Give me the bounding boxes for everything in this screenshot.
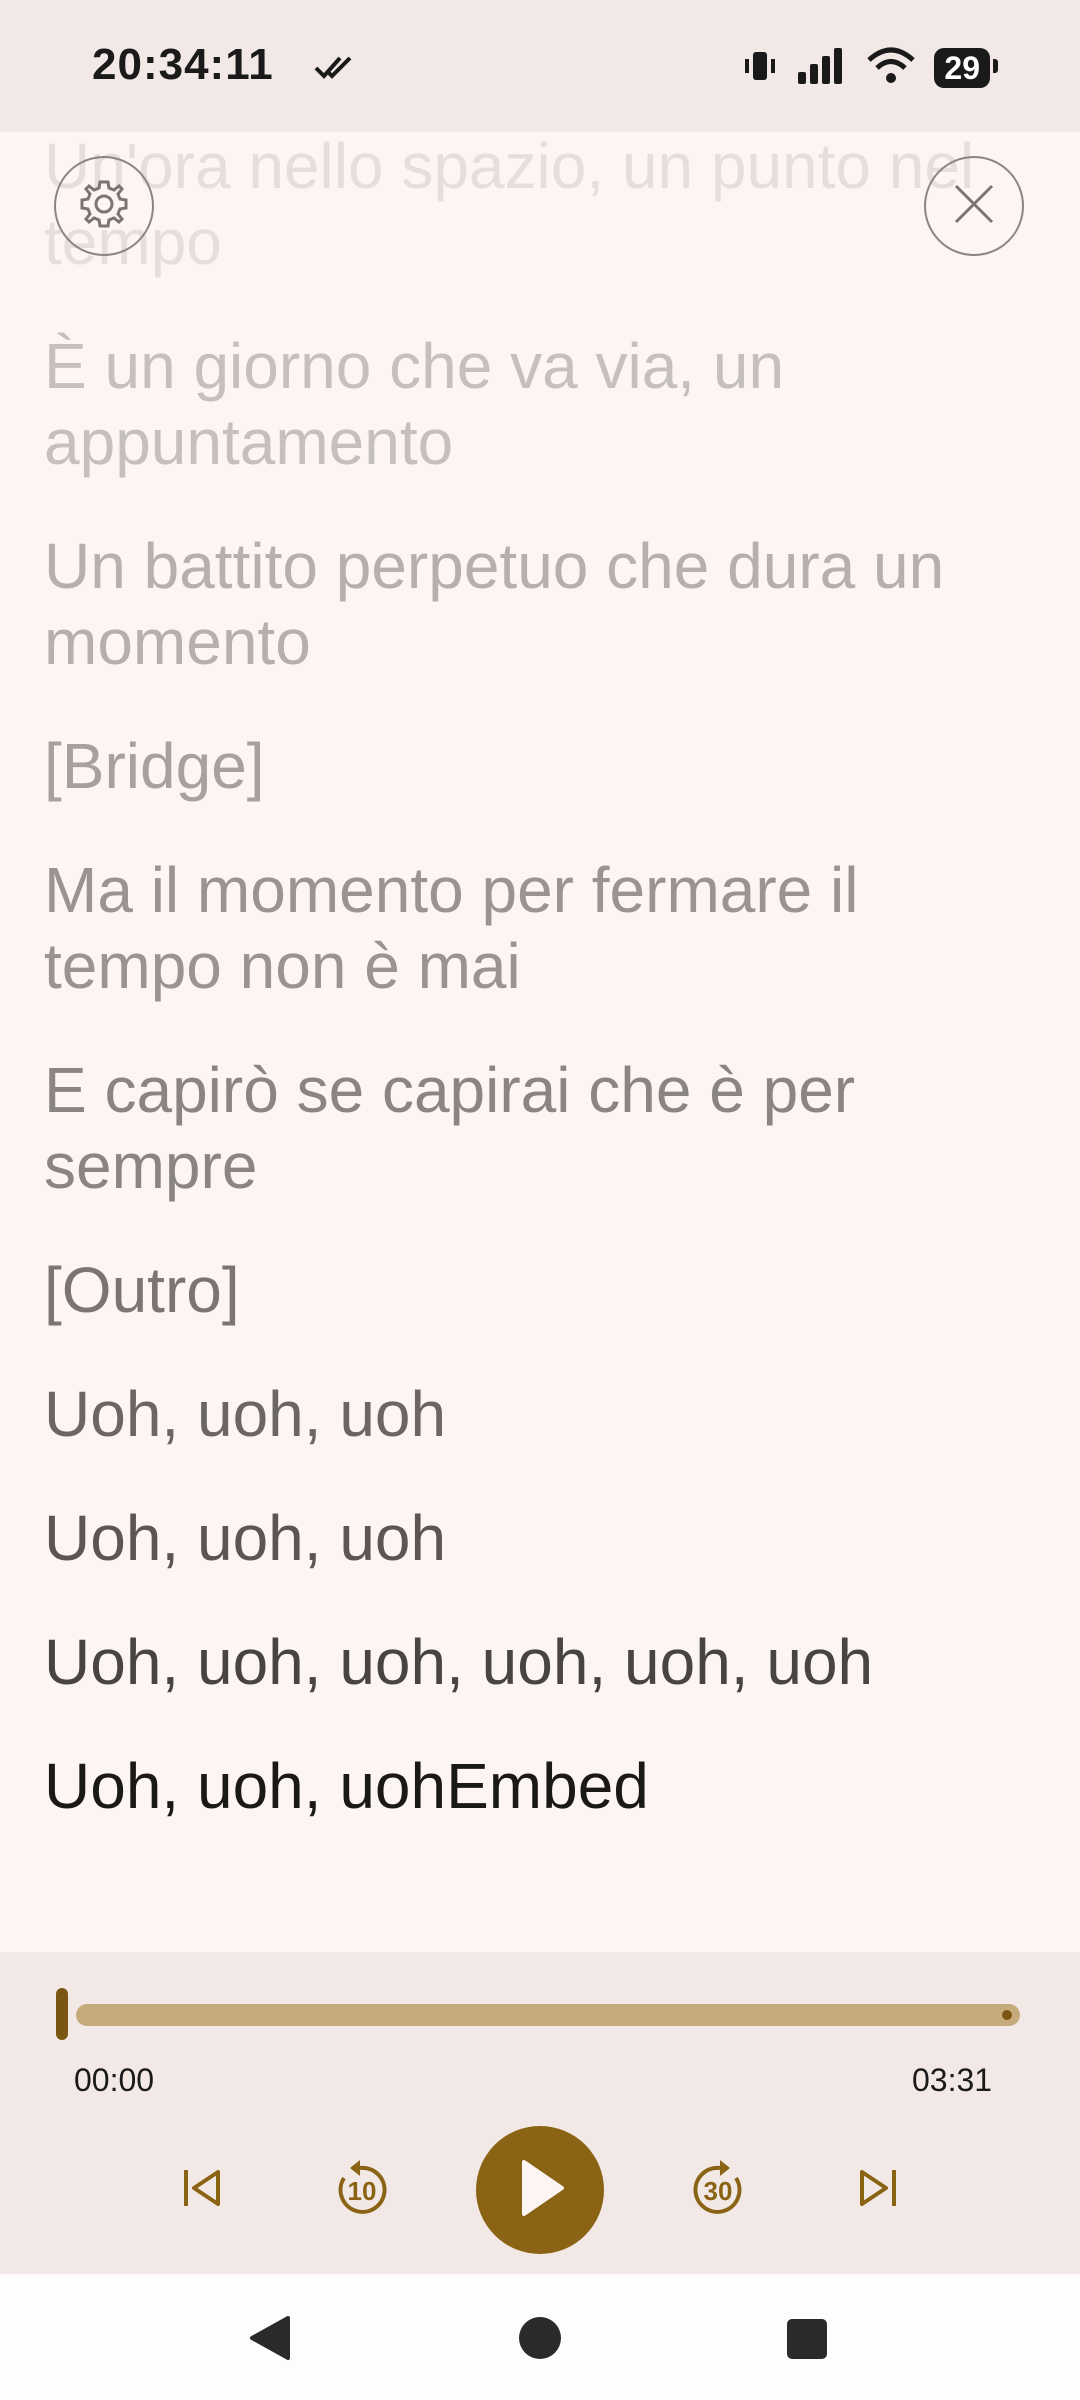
skip-previous-button[interactable] (166, 2158, 238, 2222)
lyrics-list: Un'ora nello spazio, un punto nel tempo È… (44, 132, 1004, 1872)
lyric-line[interactable]: Un battito perpetuo che dura un momento (44, 528, 1004, 680)
gear-icon (76, 176, 132, 237)
lyric-line[interactable]: Uoh, uoh, uohEmbed (44, 1748, 1004, 1824)
skip-next-button[interactable] (842, 2158, 914, 2222)
lyric-line[interactable]: Ma il momento per fermare il tempo non è… (44, 852, 1004, 1004)
back-icon[interactable] (246, 2314, 292, 2367)
settings-button[interactable] (54, 156, 154, 256)
status-bar: 20:34:11 29 (0, 0, 1080, 132)
wifi-icon (866, 46, 916, 91)
lyric-line[interactable]: E capirò se capirai che è per sempre (44, 1052, 1004, 1204)
vibrate-icon (742, 48, 778, 89)
skip-next-icon (854, 2166, 902, 2215)
lyric-line[interactable]: Uoh, uoh, uoh, uoh, uoh, uoh (44, 1624, 1004, 1700)
signal-icon (796, 46, 848, 91)
recents-icon[interactable] (786, 2318, 828, 2365)
progress-end-dot (1002, 2010, 1012, 2020)
battery-icon: 29 (934, 48, 998, 88)
duration-time: 03:31 (912, 2062, 993, 2098)
skip-previous-icon (178, 2166, 226, 2215)
close-button[interactable] (924, 156, 1024, 256)
forward-30-label: 30 (703, 2176, 733, 2206)
progress-thumb[interactable] (56, 1988, 68, 2040)
forward-30-icon: 30 (686, 2158, 750, 2222)
status-time: 20:34:11 (92, 40, 274, 89)
lyrics-view[interactable]: Un'ora nello spazio, un punto nel tempo È… (0, 132, 1080, 1952)
lyric-line[interactable]: Un'ora nello spazio, un punto nel tempo (44, 132, 1004, 280)
lyric-line[interactable]: Uoh, uoh, uoh (44, 1500, 1004, 1576)
lyric-line[interactable]: È un giorno che va via, un appuntamento (44, 328, 1004, 480)
close-icon (952, 182, 996, 231)
forward-30-button[interactable]: 30 (678, 2150, 758, 2230)
lyric-line[interactable]: [Outro] (44, 1252, 1004, 1328)
elapsed-time: 00:00 (74, 2062, 155, 2098)
lyric-line[interactable]: Uoh, uoh, uoh (44, 1376, 1004, 1452)
replay-10-label: 10 (347, 2176, 377, 2206)
system-nav-bar (0, 2274, 1080, 2400)
play-icon (512, 2158, 568, 2223)
progress-track[interactable] (76, 2004, 1020, 2026)
replay-10-button[interactable]: 10 (322, 2150, 402, 2230)
status-icons: 29 (742, 44, 998, 92)
play-button[interactable] (476, 2126, 604, 2254)
home-icon[interactable] (518, 2316, 562, 2365)
double-check-icon (314, 52, 358, 85)
replay-10-icon: 10 (330, 2158, 394, 2222)
lyric-line[interactable]: [Bridge] (44, 728, 1004, 804)
